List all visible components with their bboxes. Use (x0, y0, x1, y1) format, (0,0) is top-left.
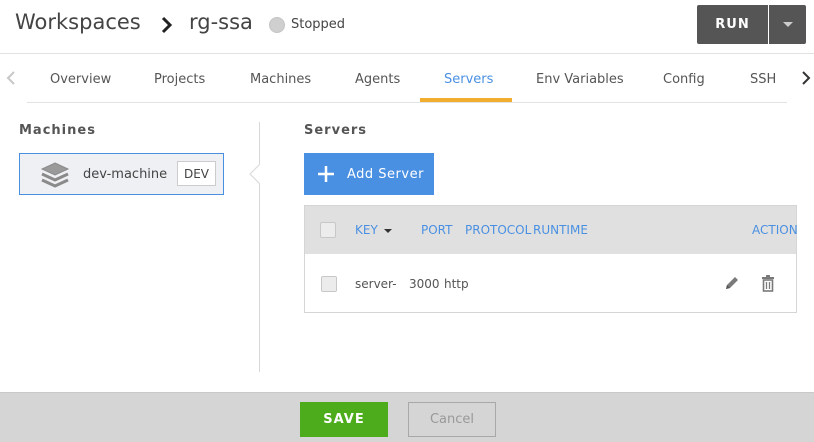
machine-dev-badge: DEV (177, 161, 216, 186)
footer-bar: SAVE Cancel (0, 392, 814, 442)
tab-config[interactable]: Config (663, 72, 705, 87)
trash-icon[interactable] (759, 274, 777, 292)
sort-desc-icon[interactable] (384, 229, 392, 233)
tab-bar: Overview Projects Machines Agents Server… (0, 55, 814, 103)
server-protocol: http (444, 277, 469, 291)
status-indicator-icon (269, 17, 285, 33)
tab-projects[interactable]: Projects (154, 72, 205, 87)
server-port: 3000 (409, 277, 440, 291)
cancel-button[interactable]: Cancel (408, 402, 496, 437)
column-port[interactable]: PORT (421, 223, 452, 237)
run-button[interactable]: RUN (697, 5, 768, 44)
column-runtime[interactable]: RUNTIME (533, 223, 588, 237)
add-server-button[interactable]: Add Server (304, 153, 434, 195)
table-header: KEY PORT PROTOCOL RUNTIME ACTION (305, 206, 798, 254)
add-server-label: Add Server (347, 166, 424, 182)
select-all-checkbox[interactable] (320, 222, 336, 238)
server-key: server- (355, 277, 397, 291)
selection-pointer-icon (249, 164, 269, 184)
tab-divider (27, 102, 787, 103)
column-divider (259, 122, 260, 372)
servers-table: KEY PORT PROTOCOL RUNTIME ACTION server-… (304, 205, 798, 313)
tab-overview[interactable]: Overview (50, 72, 111, 87)
machine-name: dev-machine (83, 167, 168, 182)
save-button[interactable]: SAVE (300, 402, 388, 437)
chevron-right-icon[interactable] (799, 69, 813, 87)
workspace-page: Workspaces rg-ssa Stopped RUN Overview P… (0, 0, 814, 442)
layers-icon (40, 162, 70, 188)
tab-ssh[interactable]: SSH (750, 72, 776, 87)
column-protocol[interactable]: PROTOCOL (465, 223, 531, 237)
plus-icon (318, 166, 334, 182)
column-key[interactable]: KEY (355, 223, 378, 237)
chevron-right-icon (161, 16, 173, 34)
machines-heading: Machines (19, 123, 96, 138)
tab-agents[interactable]: Agents (355, 72, 400, 87)
machine-item[interactable]: dev-machine DEV (19, 153, 224, 195)
edit-pencil-icon[interactable] (723, 274, 741, 292)
chevron-left-icon[interactable] (4, 69, 18, 87)
run-options-dropdown[interactable] (769, 5, 806, 44)
breadcrumb-workspaces[interactable]: Workspaces (15, 10, 141, 34)
column-actions: ACTION (752, 223, 798, 237)
workspace-header: Workspaces rg-ssa Stopped RUN (0, 0, 814, 54)
tab-env-variables[interactable]: Env Variables (536, 72, 624, 87)
servers-heading: Servers (304, 123, 368, 138)
tab-servers[interactable]: Servers (444, 72, 493, 87)
workspace-name: rg-ssa (189, 10, 253, 34)
row-checkbox[interactable] (321, 276, 337, 292)
workspace-status: Stopped (291, 17, 346, 32)
tab-machines[interactable]: Machines (250, 72, 311, 87)
